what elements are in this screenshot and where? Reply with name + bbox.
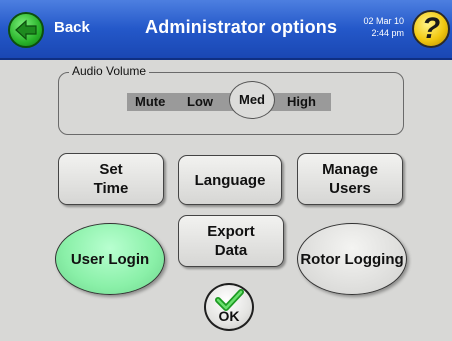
- back-button[interactable]: [8, 12, 44, 48]
- manage-users-label-line1: Manage: [322, 161, 378, 178]
- user-login-button[interactable]: User Login: [55, 223, 165, 295]
- date-text: 02 Mar 10: [363, 16, 404, 26]
- back-arrow-icon: [15, 19, 37, 41]
- time-text: 2:44 pm: [371, 28, 404, 38]
- export-data-label-line2: Data: [214, 242, 248, 259]
- export-data-button[interactable]: Export Data: [178, 215, 284, 267]
- rotor-logging-button[interactable]: Rotor Logging: [297, 223, 407, 295]
- language-button[interactable]: Language: [178, 155, 282, 205]
- volume-med-option[interactable]: Med: [229, 81, 275, 119]
- set-time-label-line1: Set: [99, 161, 123, 178]
- volume-low-option[interactable]: Low: [187, 94, 213, 109]
- audio-volume-group: Audio Volume Mute Low Med High: [58, 64, 404, 135]
- set-time-label-line2: Time: [93, 180, 129, 197]
- user-login-label-line2: Login: [108, 250, 150, 268]
- help-icon: ?: [421, 12, 441, 45]
- ok-button[interactable]: OK: [204, 283, 254, 331]
- set-time-button[interactable]: Set Time: [58, 153, 164, 205]
- volume-mute-option[interactable]: Mute: [135, 94, 165, 109]
- rotor-logging-label-line1: Rotor: [300, 250, 341, 268]
- datetime-display: 02 Mar 10 2:44 pm: [356, 15, 404, 39]
- page-title: Administrator options: [145, 17, 338, 37]
- header-bar: Back Administrator options 02 Mar 10 2:4…: [0, 0, 452, 60]
- manage-users-label-line2: Users: [329, 180, 371, 197]
- language-label: Language: [194, 171, 266, 189]
- ok-label: OK: [218, 308, 240, 324]
- user-login-label-line1: User: [70, 250, 105, 268]
- volume-high-option[interactable]: High: [287, 94, 316, 109]
- help-button[interactable]: ?: [412, 10, 450, 48]
- back-label[interactable]: Back: [54, 19, 90, 36]
- audio-volume-legend: Audio Volume: [69, 64, 150, 78]
- manage-users-button[interactable]: Manage Users: [297, 153, 403, 205]
- export-data-label-line1: Export: [207, 223, 255, 240]
- rotor-logging-label-line2: Logging: [344, 250, 404, 268]
